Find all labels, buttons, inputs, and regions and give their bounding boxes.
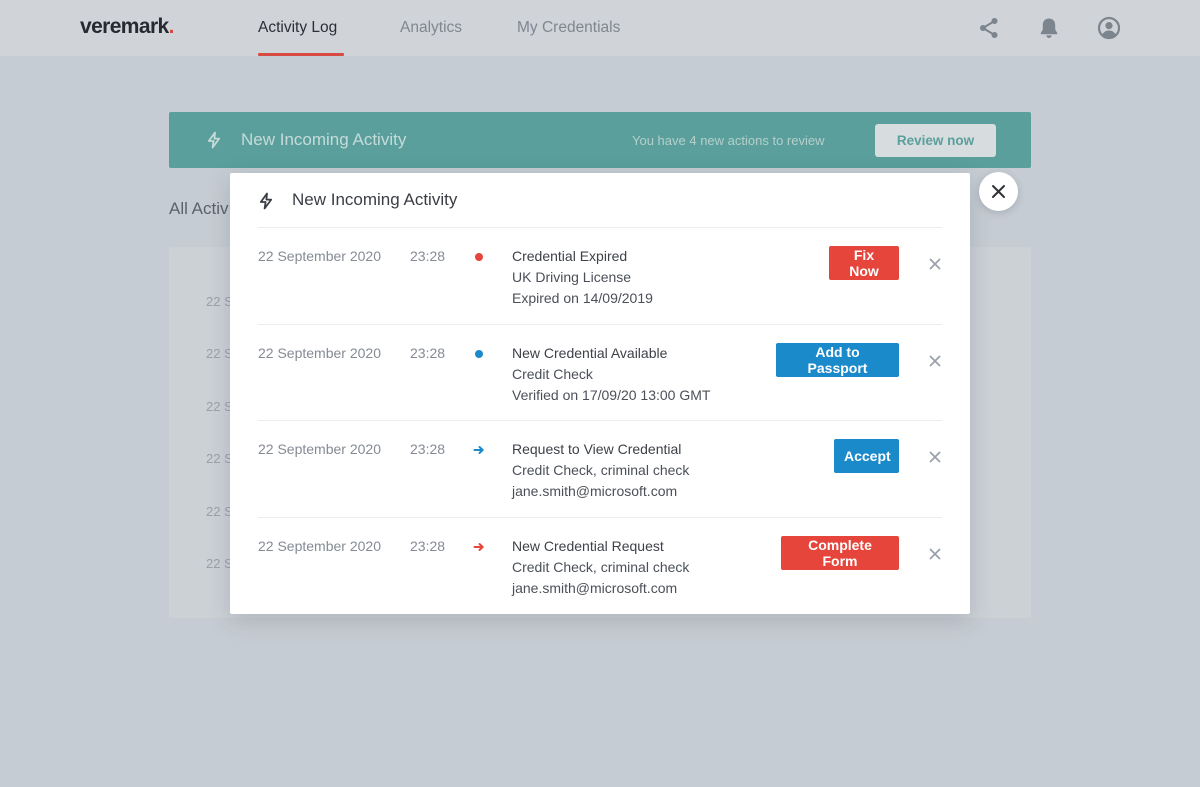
activity-title: New Credential Request — [512, 538, 664, 554]
fix-now-button[interactable]: Fix Now — [829, 246, 899, 280]
lightning-icon — [205, 131, 223, 149]
active-tab-indicator — [258, 53, 344, 56]
close-modal-button[interactable] — [979, 172, 1018, 211]
veremark-logo[interactable]: veremark. — [80, 15, 175, 39]
arrow-right-icon — [473, 444, 485, 456]
activity-detail: Expired on 14/09/2019 — [512, 290, 653, 306]
bg-row-date: 22 S — [206, 556, 233, 571]
top-navigation-bar: veremark. Activity Log Analytics My Cred… — [0, 0, 1200, 56]
activity-title: New Credential Available — [512, 345, 668, 361]
tab-activity-log[interactable]: Activity Log — [258, 19, 337, 37]
activity-time: 23:28 — [410, 345, 446, 361]
activity-detail: Verified on 17/09/20 13:00 GMT — [512, 387, 711, 403]
dismiss-icon[interactable] — [928, 354, 942, 368]
bell-icon[interactable] — [1037, 16, 1061, 40]
modal-title: New Incoming Activity — [292, 190, 458, 209]
logo-wordmark: veremark — [80, 15, 169, 38]
dismiss-icon[interactable] — [928, 450, 942, 464]
bg-row-date: 22 S — [206, 294, 233, 309]
activity-subtitle: UK Driving License — [512, 269, 632, 285]
activity-title: Request to View Credential — [512, 441, 682, 457]
activity-subtitle: Credit Check, criminal check — [512, 462, 690, 478]
tab-my-credentials[interactable]: My Credentials — [517, 19, 620, 37]
all-activity-heading: All Activ — [169, 199, 229, 218]
add-to-passport-button[interactable]: Add to Passport — [776, 343, 899, 377]
complete-form-button[interactable]: Complete Form — [781, 536, 899, 570]
dismiss-icon[interactable] — [928, 257, 942, 271]
activity-date: 22 September 2020 — [258, 441, 381, 457]
bg-row-date: 22 S — [206, 346, 233, 361]
activity-detail: jane.smith@microsoft.com — [512, 483, 678, 499]
activity-row: 22 September 2020 23:28 New Credential A… — [230, 325, 970, 421]
status-dot-icon — [473, 251, 485, 263]
banner-title: New Incoming Activity — [241, 130, 407, 149]
bg-row-date: 22 S — [206, 451, 233, 466]
activity-detail: jane.smith@microsoft.com — [512, 580, 678, 596]
dismiss-icon[interactable] — [928, 547, 942, 561]
user-icon[interactable] — [1097, 16, 1121, 40]
bg-row-date: 22 S — [206, 399, 233, 414]
tab-analytics[interactable]: Analytics — [400, 19, 462, 37]
activity-subtitle: Credit Check — [512, 366, 593, 382]
accept-button[interactable]: Accept — [834, 439, 899, 473]
lightning-icon — [257, 192, 275, 210]
status-dot-icon — [473, 348, 485, 360]
share-icon[interactable] — [977, 16, 1001, 40]
activity-date: 22 September 2020 — [258, 538, 381, 554]
arrow-right-icon — [473, 541, 485, 553]
incoming-activity-modal: New Incoming Activity 22 September 2020 … — [230, 173, 970, 614]
activity-date: 22 September 2020 — [258, 345, 381, 361]
bg-row-date: 22 S — [206, 504, 233, 519]
activity-time: 23:28 — [410, 538, 446, 554]
activity-time: 23:28 — [410, 248, 446, 264]
banner-message: You have 4 new actions to review — [632, 133, 825, 148]
incoming-activity-banner: New Incoming Activity You have 4 new act… — [169, 112, 1031, 168]
activity-row: 22 September 2020 23:28 Request to View … — [230, 421, 970, 517]
activity-time: 23:28 — [410, 441, 446, 457]
review-now-button[interactable]: Review now — [875, 124, 996, 157]
activity-title: Credential Expired — [512, 248, 628, 264]
activity-date: 22 September 2020 — [258, 248, 381, 264]
logo-dot: . — [168, 15, 175, 38]
activity-row: 22 September 2020 23:28 Credential Expir… — [230, 228, 970, 324]
activity-subtitle: Credit Check, criminal check — [512, 559, 690, 575]
close-icon — [992, 185, 1005, 198]
activity-row: 22 September 2020 23:28 New Credential R… — [230, 518, 970, 614]
